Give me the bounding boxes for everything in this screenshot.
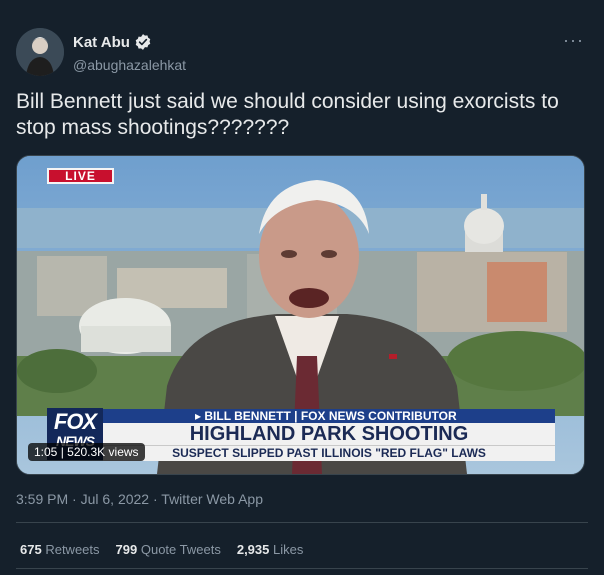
avatar-image [16,28,64,76]
quotes-label: Quote Tweets [140,542,221,557]
divider [16,568,588,569]
handle[interactable]: @abughazalehkat [73,57,186,73]
tweet-text: Bill Bennett just said we should conside… [16,90,559,139]
retweets-stat[interactable]: 675 Retweets [20,542,100,557]
tweet: Kat Abu @abughazalehkat ··· Bill Bennett… [0,0,604,575]
tweet-date[interactable]: Jul 6, 2022 [81,491,150,507]
divider [16,522,588,523]
video-duration: 1:05 [34,445,58,459]
avatar[interactable] [16,28,64,76]
video-views: 520.3K views [67,445,139,459]
verified-badge-icon [135,34,151,50]
separator-dot: · [72,491,81,507]
video-player[interactable]: LIVE FOX NEWS ▸ BILL BENNETT | FOX NEWS … [16,155,585,475]
chyron-top: ▸ BILL BENNETT | FOX NEWS CONTRIBUTOR [103,409,555,423]
tweet-source[interactable]: Twitter Web App [161,491,263,507]
tweet-time[interactable]: 3:59 PM [16,491,68,507]
chyron-subheadline: SUSPECT SLIPPED PAST ILLINOIS "RED FLAG"… [103,445,555,461]
more-options-icon[interactable]: ··· [563,30,584,51]
tweet-meta: 3:59 PM · Jul 6, 2022 · Twitter Web App [16,491,263,507]
author-info[interactable]: Kat Abu @abughazalehkat [73,33,186,74]
display-name[interactable]: Kat Abu [73,34,130,51]
quotes-count: 799 [115,542,138,557]
live-badge: LIVE [47,168,114,184]
logo-line-1: FOX [53,409,97,434]
quote-tweets-stat[interactable]: 799 Quote Tweets [116,542,221,557]
likes-label: Likes [273,542,304,557]
chyron-headline: HIGHLAND PARK SHOOTING [103,423,555,445]
likes-stat[interactable]: 2,935 Likes [237,542,304,557]
video-duration-views: 1:05 | 520.3K views [28,443,145,461]
likes-count: 2,935 [236,542,270,557]
retweets-label: Retweets [45,542,100,557]
retweets-count: 675 [20,542,42,557]
engagement-stats: 675 Retweets 799 Quote Tweets 2,935 Like… [20,542,303,557]
